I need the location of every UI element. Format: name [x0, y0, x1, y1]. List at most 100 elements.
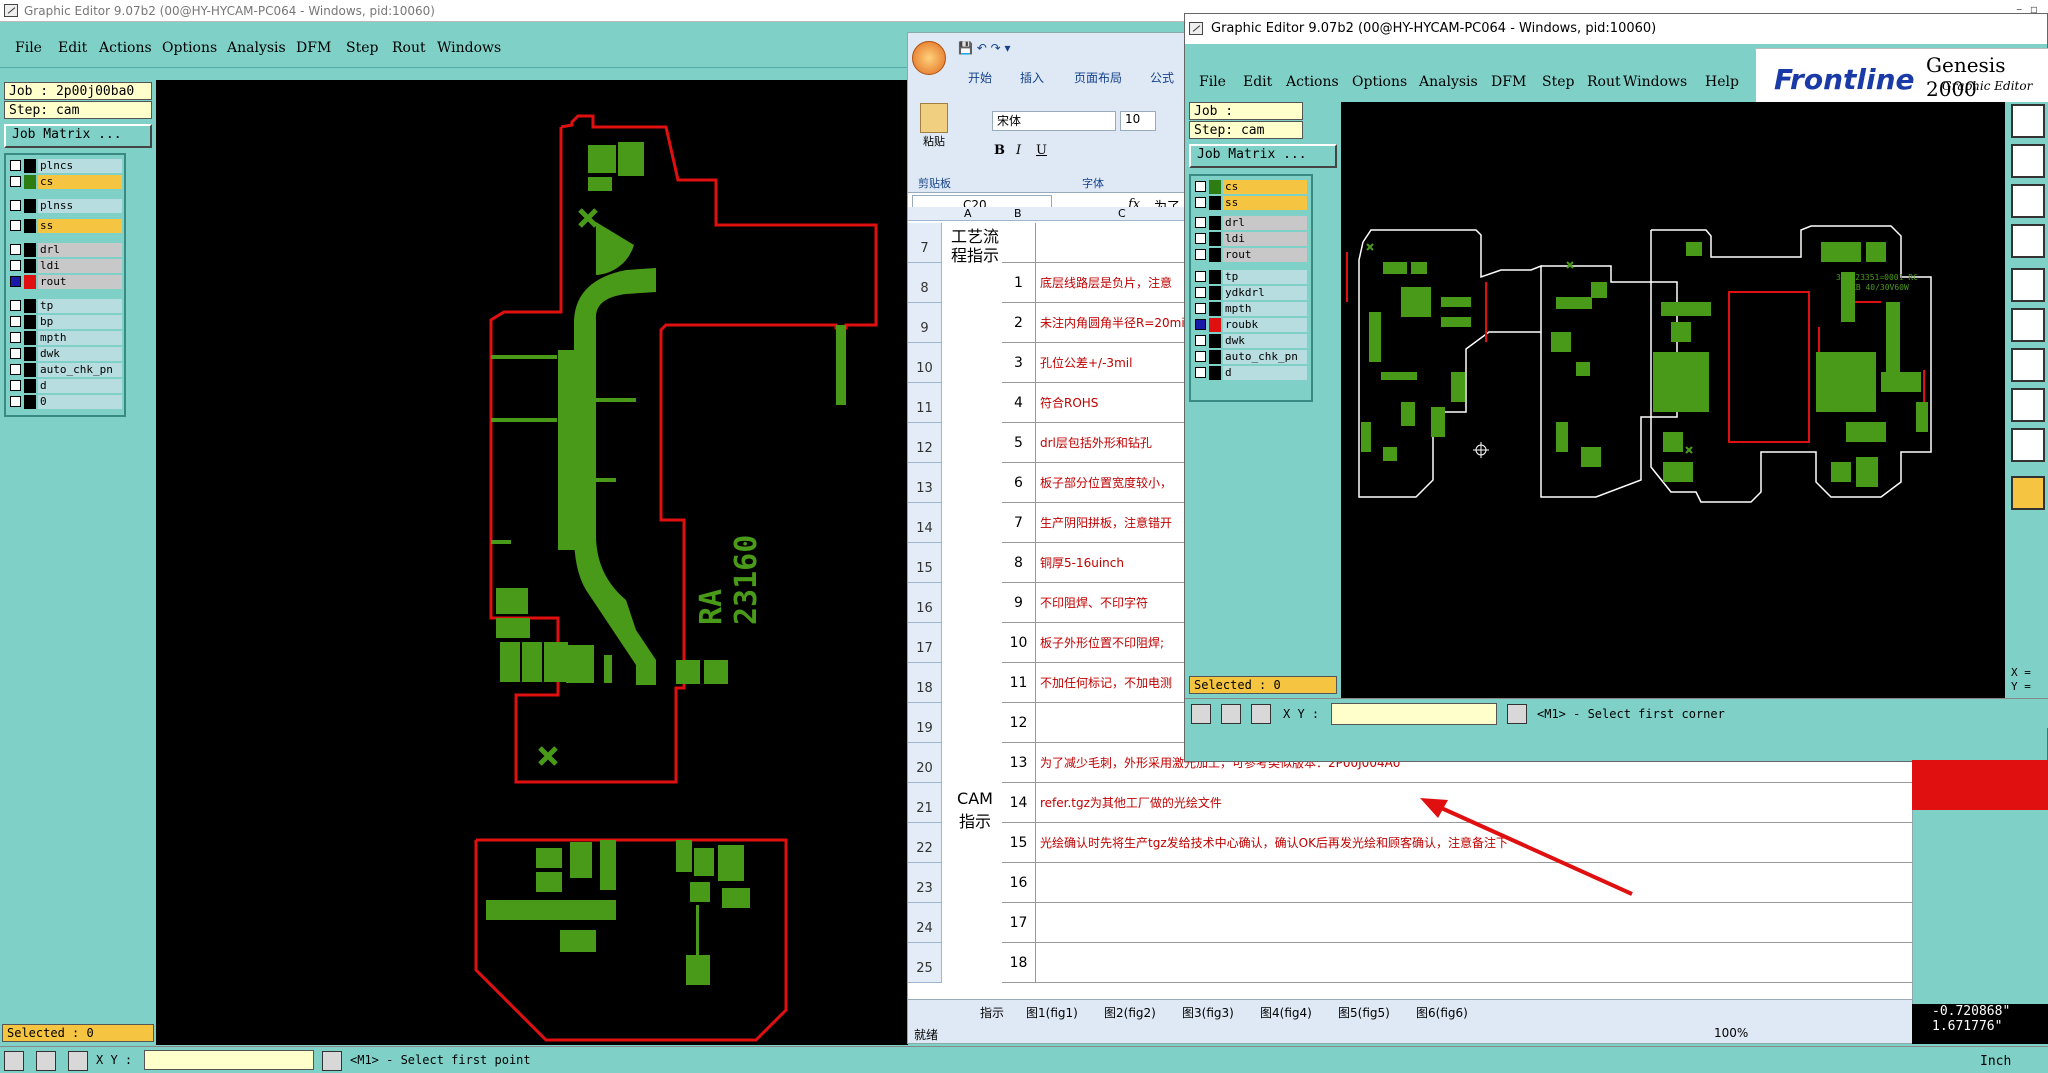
step-number-cell[interactable]: 1: [1002, 263, 1036, 303]
xy-input[interactable]: [144, 1050, 314, 1070]
layer-checkbox[interactable]: [1195, 351, 1206, 362]
measure-tool-button[interactable]: [36, 1051, 56, 1071]
tool-line-icon[interactable]: [2011, 348, 2045, 382]
step-number-cell[interactable]: 17: [1002, 903, 1036, 943]
layer-row[interactable]: mpth: [1193, 302, 1311, 316]
layer-row[interactable]: bp: [8, 315, 126, 329]
sheet-tab[interactable]: 图6(fig6): [1416, 1004, 1468, 1021]
instruction-cell[interactable]: refer.tgz为其他工厂做的光绘文件: [1036, 783, 1912, 823]
instruction-cell[interactable]: [1036, 903, 1912, 943]
step-number-cell[interactable]: 3: [1002, 343, 1036, 383]
layer-row[interactable]: dwk: [1193, 334, 1311, 348]
menu-analysis[interactable]: Analysis: [1419, 74, 1478, 90]
layer-checkbox[interactable]: [1195, 335, 1206, 346]
row-header[interactable]: 20: [908, 743, 942, 783]
layer-checkbox[interactable]: [1195, 319, 1206, 330]
tool-import-icon[interactable]: [2011, 144, 2045, 178]
office-button[interactable]: [912, 41, 946, 75]
layer-row[interactable]: ldi: [8, 259, 126, 273]
xy-input[interactable]: [1331, 703, 1497, 725]
sheet-tab[interactable]: 图4(fig4): [1260, 1004, 1312, 1021]
layer-row[interactable]: plncs: [8, 159, 126, 173]
row-header[interactable]: 23: [908, 863, 942, 903]
tool-fit-icon[interactable]: [2011, 184, 2045, 218]
layer-row[interactable]: dwk: [8, 347, 126, 361]
layer-row[interactable]: ss: [8, 219, 126, 233]
row-header[interactable]: 19: [908, 703, 942, 743]
tool-nodes-icon[interactable]: [2011, 308, 2045, 342]
paste-button[interactable]: 粘贴: [916, 103, 952, 163]
menu-options[interactable]: Options: [162, 40, 217, 56]
step-number-cell[interactable]: 18: [1002, 943, 1036, 983]
input-mode-button[interactable]: [1507, 704, 1527, 724]
layer-row[interactable]: cs: [1193, 180, 1311, 194]
layer-checkbox[interactable]: [1195, 287, 1206, 298]
sheet-tab[interactable]: 图5(fig5): [1338, 1004, 1390, 1021]
instruction-cell[interactable]: [1036, 943, 1912, 983]
menu-rout[interactable]: Rout: [392, 40, 426, 56]
cam-label-cell[interactable]: CAM 指示: [948, 789, 1002, 832]
row-header[interactable]: 15: [908, 543, 942, 583]
menu-analysis[interactable]: Analysis: [227, 40, 286, 56]
instruction-cell[interactable]: 光绘确认时先将生产tgz发给技术中心确认，确认OK后再发光绘和顾客确认，注意备注…: [1036, 823, 1912, 863]
row-header[interactable]: 17: [908, 623, 942, 663]
zoom-tool-button[interactable]: [4, 1051, 24, 1071]
tool-layers-icon[interactable]: [2011, 224, 2045, 258]
layer-row[interactable]: d: [1193, 366, 1311, 380]
row-header[interactable]: 11: [908, 383, 942, 423]
row-header[interactable]: 21: [908, 783, 942, 823]
layer-checkbox[interactable]: [1195, 217, 1206, 228]
pcb-canvas-1[interactable]: RA 23160: [156, 80, 908, 1045]
step-number-cell[interactable]: [1002, 223, 1036, 263]
grid-tool-button[interactable]: [68, 1051, 88, 1071]
menu-actions[interactable]: Actions: [1286, 74, 1339, 90]
layer-checkbox[interactable]: [10, 160, 21, 171]
menu-windows[interactable]: Windows: [437, 40, 501, 56]
layer-row[interactable]: cs: [8, 175, 126, 189]
step-number-cell[interactable]: 11: [1002, 663, 1036, 703]
layer-checkbox[interactable]: [1195, 233, 1206, 244]
layer-checkbox[interactable]: [10, 176, 21, 187]
step-number-cell[interactable]: 5: [1002, 423, 1036, 463]
step-number-cell[interactable]: 2: [1002, 303, 1036, 343]
sheet-tab[interactable]: 指示: [980, 1004, 1004, 1021]
tab-page-layout[interactable]: 页面布局: [1074, 69, 1122, 86]
layer-checkbox[interactable]: [10, 332, 21, 343]
layer-checkbox[interactable]: [10, 380, 21, 391]
row-header[interactable]: 13: [908, 463, 942, 503]
layer-checkbox[interactable]: [1195, 367, 1206, 378]
menu-edit[interactable]: Edit: [58, 40, 87, 56]
zoom-tool-button[interactable]: [1191, 704, 1211, 724]
menu-edit[interactable]: Edit: [1243, 74, 1272, 90]
layer-row[interactable]: 0: [8, 395, 126, 409]
zoom-level[interactable]: 100%: [1714, 1026, 1748, 1040]
layer-row[interactable]: ydkdrl: [1193, 286, 1311, 300]
header-cell[interactable]: 工艺流程指示: [948, 227, 1002, 265]
step-number-cell[interactable]: 6: [1002, 463, 1036, 503]
layer-checkbox[interactable]: [1195, 181, 1206, 192]
unit-label[interactable]: Inch: [1980, 1054, 2011, 1069]
tool-window-icon[interactable]: [2011, 268, 2045, 302]
layer-row[interactable]: tp: [1193, 270, 1311, 284]
step-number-cell[interactable]: 14: [1002, 783, 1036, 823]
tool-angle-icon[interactable]: [2011, 428, 2045, 462]
step-number-cell[interactable]: 16: [1002, 863, 1036, 903]
layer-row[interactable]: mpth: [8, 331, 126, 345]
layer-row[interactable]: plnss: [8, 199, 126, 213]
menu-step[interactable]: Step: [346, 40, 378, 56]
job-matrix-button[interactable]: Job Matrix ...: [4, 124, 152, 148]
tool-export-icon[interactable]: [2011, 104, 2045, 138]
step-number-cell[interactable]: 10: [1002, 623, 1036, 663]
row-header[interactable]: 25: [908, 943, 942, 983]
layer-row[interactable]: tp: [8, 299, 126, 313]
layer-checkbox[interactable]: [10, 220, 21, 231]
step-number-cell[interactable]: 9: [1002, 583, 1036, 623]
layer-checkbox[interactable]: [1195, 197, 1206, 208]
sheet-tab[interactable]: 图1(fig1): [1026, 1004, 1078, 1021]
row-header[interactable]: 16: [908, 583, 942, 623]
row-header[interactable]: 8: [908, 263, 942, 303]
menu-file[interactable]: File: [15, 40, 42, 56]
layer-checkbox[interactable]: [10, 348, 21, 359]
col-header[interactable]: B: [1014, 207, 1022, 220]
layer-row[interactable]: d: [8, 379, 126, 393]
